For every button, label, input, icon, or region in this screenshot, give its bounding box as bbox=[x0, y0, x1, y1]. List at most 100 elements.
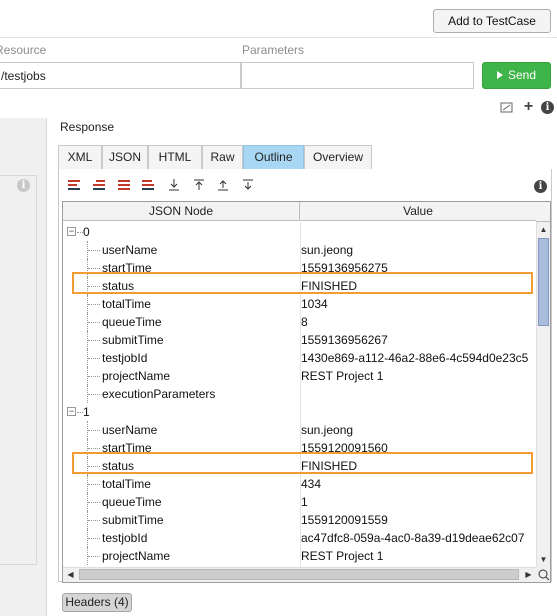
tree-connector bbox=[88, 394, 100, 395]
align-icon[interactable] bbox=[118, 179, 130, 191]
table-row[interactable]: queueTime 1 bbox=[63, 493, 536, 511]
table-row[interactable]: executionParameters bbox=[63, 385, 536, 403]
outline-info-icon[interactable]: i bbox=[534, 180, 547, 193]
table-row[interactable]: userName sun.jeong bbox=[63, 241, 536, 259]
status-highlight-box bbox=[72, 272, 533, 294]
indent-icon[interactable] bbox=[142, 179, 154, 191]
tree-connector bbox=[88, 502, 100, 503]
json-node-name: totalTime bbox=[102, 477, 151, 491]
tree-connector bbox=[88, 322, 100, 323]
info-icon[interactable]: i bbox=[541, 101, 554, 114]
json-node-value[interactable]: 8 bbox=[301, 313, 308, 331]
table-row[interactable]: testjobId 1430e869-a112-46a2-88e6-4c594d0… bbox=[63, 349, 536, 367]
header-corner bbox=[536, 202, 550, 222]
json-node-name: projectName bbox=[102, 369, 171, 383]
move-bottom-icon[interactable] bbox=[168, 179, 180, 191]
zoom-corner-icon[interactable] bbox=[536, 567, 550, 582]
json-node-name: 1 bbox=[83, 405, 90, 419]
scroll-up-icon[interactable]: ▲ bbox=[536, 222, 550, 237]
table-row[interactable]: totalTime 434 bbox=[63, 475, 536, 493]
tree-connector bbox=[88, 376, 100, 377]
tree-connector bbox=[88, 340, 100, 341]
move-down-icon[interactable] bbox=[242, 179, 254, 191]
table-row[interactable]: projectName REST Project 1 bbox=[63, 367, 536, 385]
tab-xml[interactable]: XML bbox=[58, 145, 102, 169]
tree-connector bbox=[88, 430, 100, 431]
tab-outline[interactable]: Outline bbox=[243, 145, 304, 169]
table-row[interactable]: queueTime 8 bbox=[63, 313, 536, 331]
json-node-name: userName bbox=[102, 243, 158, 257]
table-row[interactable]: testjobId ac47dfc8-059a-4ac0-8a39-d19deae… bbox=[63, 529, 536, 547]
tab-html[interactable]: HTML bbox=[148, 145, 202, 169]
horizontal-scroll-thumb[interactable] bbox=[79, 569, 519, 580]
json-node-value[interactable]: 1559136956267 bbox=[301, 331, 388, 349]
response-label: Response bbox=[60, 120, 115, 134]
left-pane-inner bbox=[0, 175, 37, 565]
move-top-icon[interactable] bbox=[193, 179, 205, 191]
tab-json[interactable]: JSON bbox=[102, 145, 148, 169]
json-node-name: testjobId bbox=[102, 351, 148, 365]
collapse-all-icon[interactable] bbox=[68, 179, 80, 191]
json-node-value[interactable]: REST Project 1 bbox=[301, 367, 383, 385]
vertical-scroll-thumb[interactable] bbox=[538, 238, 549, 326]
tree-connector bbox=[88, 304, 100, 305]
json-node-name: queueTime bbox=[102, 315, 162, 329]
json-node-value[interactable]: REST Project 1 bbox=[301, 547, 383, 565]
left-info-icon[interactable]: i bbox=[17, 179, 30, 192]
scroll-right-icon[interactable]: ▶ bbox=[521, 567, 536, 582]
tree-connector bbox=[88, 268, 100, 269]
tree-connector bbox=[88, 448, 100, 449]
json-node-name: submitTime bbox=[102, 333, 164, 347]
parameters-input[interactable] bbox=[241, 62, 474, 89]
table-row[interactable]: submitTime 1559136956267 bbox=[63, 331, 536, 349]
play-icon bbox=[496, 71, 503, 79]
move-up-icon[interactable] bbox=[217, 179, 229, 191]
parameters-label: Parameters bbox=[242, 43, 305, 57]
resource-input[interactable]: /testjobs bbox=[0, 62, 241, 89]
scroll-left-icon[interactable]: ◀ bbox=[63, 567, 78, 582]
json-node-name: 0 bbox=[83, 225, 90, 239]
json-node-value[interactable]: ac47dfc8-059a-4ac0-8a39-d19deae62c07 bbox=[301, 529, 525, 547]
json-node-value[interactable]: 1430e869-a112-46a2-88e6-4c594d0e23c5 bbox=[301, 349, 528, 367]
tree-connector bbox=[88, 250, 100, 251]
table-row[interactable]: −0 bbox=[63, 223, 536, 241]
json-node-value[interactable]: 1034 bbox=[301, 295, 328, 313]
table-row[interactable]: submitTime 1559120091559 bbox=[63, 511, 536, 529]
tree-connector bbox=[88, 538, 100, 539]
table-row[interactable]: projectName REST Project 1 bbox=[63, 547, 536, 565]
tree-connector bbox=[88, 358, 100, 359]
table-row[interactable]: −1 bbox=[63, 403, 536, 421]
json-node-name: executionParameters bbox=[102, 387, 216, 401]
add-icon[interactable]: + bbox=[522, 99, 535, 115]
format-icon[interactable] bbox=[500, 101, 513, 114]
column-header-value[interactable]: Value bbox=[300, 202, 536, 221]
json-node-value[interactable]: 1559120091559 bbox=[301, 511, 388, 529]
resource-label: Resource bbox=[0, 43, 47, 57]
send-label: Send bbox=[507, 68, 537, 82]
table-row[interactable]: totalTime 1034 bbox=[63, 295, 536, 313]
add-to-testcase-button[interactable]: Add to TestCase bbox=[433, 9, 551, 33]
send-button[interactable]: Send bbox=[482, 62, 551, 89]
json-node-name: queueTime bbox=[102, 495, 162, 509]
expand-all-icon[interactable] bbox=[93, 179, 105, 191]
scroll-down-icon[interactable]: ▼ bbox=[536, 552, 550, 567]
headers-button[interactable]: Headers (4) bbox=[62, 593, 132, 612]
tree-connector bbox=[88, 484, 100, 485]
json-node-value[interactable]: sun.jeong bbox=[301, 421, 353, 439]
json-node-value[interactable]: 434 bbox=[301, 475, 321, 493]
json-node-name: totalTime bbox=[102, 297, 151, 311]
status-highlight-box bbox=[72, 452, 533, 474]
column-header-json-node[interactable]: JSON Node bbox=[63, 202, 300, 221]
tab-overview[interactable]: Overview bbox=[304, 145, 372, 169]
json-node-value[interactable]: sun.jeong bbox=[301, 241, 353, 259]
collapse-toggle-icon[interactable]: − bbox=[67, 227, 76, 236]
tree-connector bbox=[88, 556, 100, 557]
json-node-value[interactable]: 1 bbox=[301, 493, 308, 511]
collapse-toggle-icon[interactable]: − bbox=[67, 407, 76, 416]
json-outline-table: JSON Node Value −0 userName sun.jeong start… bbox=[62, 201, 551, 583]
json-node-name: projectName bbox=[102, 549, 171, 563]
tab-raw[interactable]: Raw bbox=[202, 145, 243, 169]
table-row[interactable]: userName sun.jeong bbox=[63, 421, 536, 439]
json-node-name: testjobId bbox=[102, 531, 148, 545]
tree-connector bbox=[88, 520, 100, 521]
